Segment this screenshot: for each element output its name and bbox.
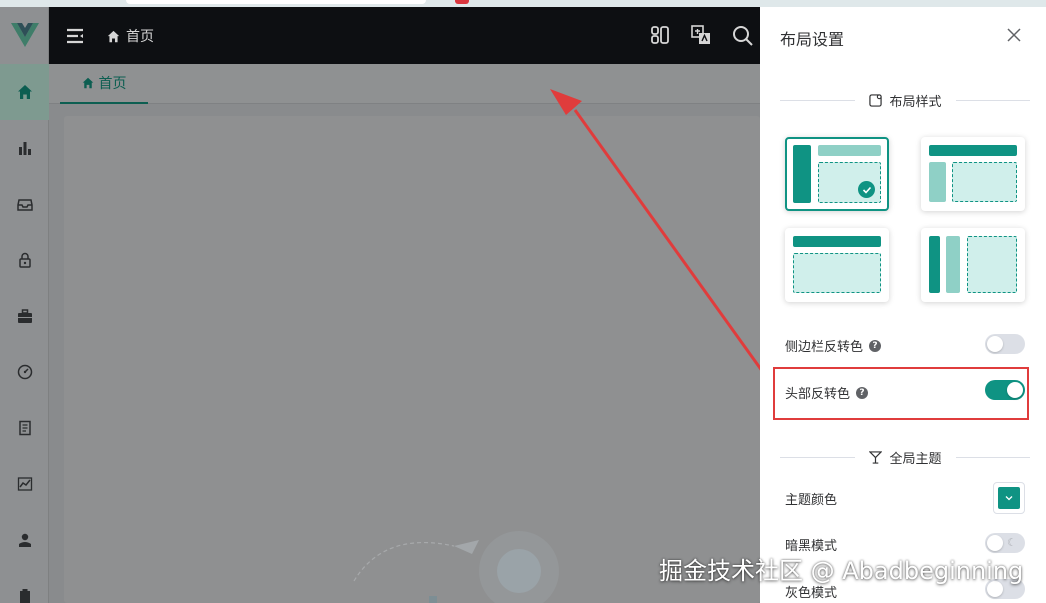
user-icon	[18, 533, 31, 547]
cocktail-icon	[868, 450, 882, 464]
sidebar-item-dashboard[interactable]	[0, 344, 49, 400]
layout-option-classic[interactable]	[921, 137, 1025, 211]
sidebar-item-permission[interactable]	[0, 232, 49, 288]
home-icon	[107, 30, 120, 42]
dark-mode-switch[interactable]: ☾	[985, 533, 1025, 553]
chevron-down-icon	[1005, 496, 1013, 501]
document-icon	[18, 420, 31, 436]
sidebar	[0, 7, 49, 603]
theme-color-swatch	[998, 487, 1020, 509]
sidebar-item-inbox[interactable]	[0, 176, 49, 232]
watermark: 掘金技术社区 @ Abadbeginning	[659, 557, 1024, 585]
sidebar-item-clipboard[interactable]	[0, 568, 49, 603]
theme-color-label: 主题颜色	[785, 493, 838, 508]
top-header: 首页	[49, 7, 760, 64]
vue-logo-icon	[10, 23, 39, 47]
layout-grid-icon[interactable]	[649, 24, 671, 46]
tab-home[interactable]: 首页	[60, 64, 148, 104]
vue-logo	[0, 7, 49, 63]
sidebar-inverted-switch[interactable]	[985, 334, 1025, 354]
drawer-title: 布局设置	[780, 30, 845, 49]
sidebar-inverted-row: 侧边栏反转色 ?	[785, 336, 882, 355]
home-icon	[82, 77, 93, 89]
breadcrumb-label: 首页	[126, 29, 154, 45]
browser-tab-indicator	[455, 0, 469, 4]
main-content	[49, 104, 760, 603]
check-icon	[858, 181, 875, 198]
browser-strip	[0, 0, 1046, 7]
sidebar-item-user[interactable]	[0, 512, 49, 568]
inbox-icon	[16, 199, 33, 211]
sidebar-item-trend[interactable]	[0, 456, 49, 512]
layout-option-columns[interactable]	[921, 228, 1025, 302]
layout-style-divider: 布局样式	[780, 90, 1031, 110]
home-icon	[17, 85, 32, 99]
gauge-icon	[17, 364, 32, 380]
layout-option-vertical[interactable]	[785, 137, 889, 211]
theme-color-row: 主题颜色	[785, 489, 837, 508]
line-chart-icon	[17, 477, 32, 491]
breadcrumb[interactable]: 首页	[107, 26, 154, 46]
briefcase-icon	[17, 309, 32, 323]
sidebar-item-document[interactable]	[0, 400, 49, 456]
theme-color-picker[interactable]	[993, 482, 1025, 514]
layout-icon	[868, 93, 882, 107]
menu-fold-icon[interactable]	[65, 26, 85, 46]
global-theme-label: 全局主题	[889, 451, 942, 467]
welcome-illustration	[353, 531, 559, 603]
clipboard-icon	[19, 589, 30, 603]
lock-icon	[18, 252, 31, 268]
sidebar-item-home[interactable]	[0, 64, 49, 120]
address-bar[interactable]	[126, 0, 426, 4]
global-theme-divider: 全局主题	[780, 447, 1031, 467]
tabs-bar: 首页	[49, 64, 760, 104]
search-icon[interactable]	[731, 24, 753, 46]
bar-chart-icon	[18, 142, 31, 155]
translate-icon[interactable]	[690, 24, 712, 46]
sidebar-item-tools[interactable]	[0, 288, 49, 344]
close-icon[interactable]	[1006, 27, 1022, 43]
layout-style-label: 布局样式	[889, 94, 942, 110]
moon-icon: ☾	[1007, 536, 1017, 549]
help-icon[interactable]: ?	[869, 339, 882, 352]
content-card	[64, 116, 760, 603]
sidebar-item-charts[interactable]	[0, 120, 49, 176]
annotation-highlight-box	[773, 367, 1029, 420]
layout-option-transverse[interactable]	[785, 228, 889, 302]
sidebar-inverted-label: 侧边栏反转色	[785, 340, 864, 355]
tab-label: 首页	[98, 76, 127, 92]
